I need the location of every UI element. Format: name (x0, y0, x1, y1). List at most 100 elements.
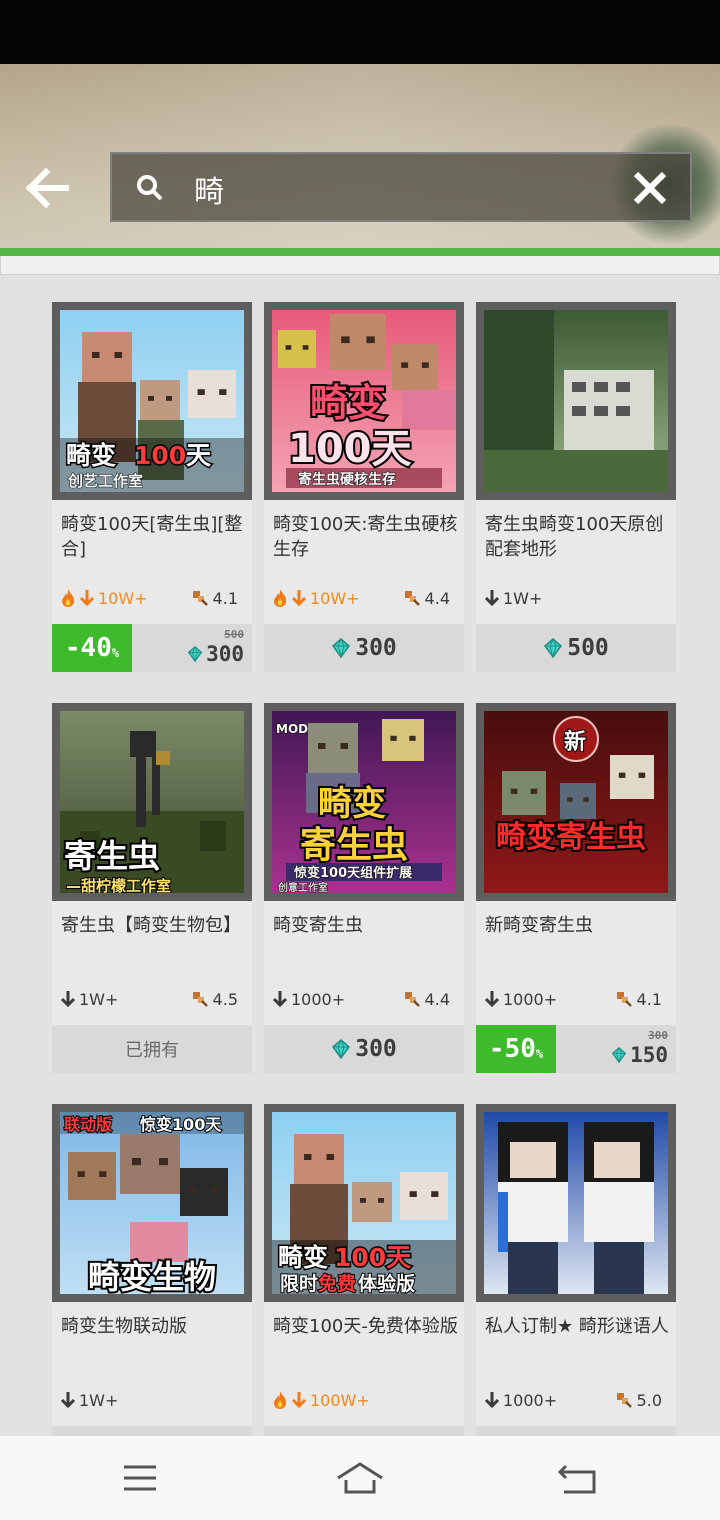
download-arrow-icon (484, 991, 500, 1008)
download-arrow-icon (60, 991, 76, 1008)
home-icon (337, 1462, 383, 1494)
divider-bar (0, 256, 720, 275)
owned-label: 已拥有 (125, 1040, 179, 1061)
thumbnail-frame (476, 302, 676, 500)
mod-card[interactable]: 寄生虫 —甜柠檬工作室 寄生虫【畸变生物包】 1W+ 4.5 已拥有 (52, 703, 252, 1073)
thumbnail: 联动版 惊变100天畸变生物 (60, 1112, 244, 1294)
original-price: 500 (224, 628, 244, 641)
thumb-text: MOD (276, 722, 308, 736)
download-count: 10W+ (60, 586, 148, 610)
mod-card[interactable]: MOD 畸变 寄生虫 惊变100天组件扩展 创意工作室 畸变寄生虫 1000+ 4.4 … (264, 703, 464, 1073)
diamond-icon (332, 1039, 351, 1059)
price-bar[interactable] (476, 1426, 676, 1436)
thumb-text: 畸变生物 (88, 1258, 216, 1294)
rating-icon (616, 992, 632, 1007)
thumb-text: 创艺工作室 (67, 472, 143, 490)
rating-icon (616, 1393, 632, 1408)
thumb-text: 畸变 (278, 1243, 328, 1272)
download-count: 100W+ (272, 1388, 370, 1412)
search-input[interactable] (192, 166, 596, 212)
status-bar (0, 0, 720, 64)
price-bar[interactable]: -50% 300 150 (476, 1025, 676, 1073)
mod-card[interactable]: 联动版 惊变100天 畸变生物 畸变生物联动版 1W+ (52, 1104, 252, 1436)
download-arrow-icon (484, 1392, 500, 1409)
thumb-text: 惊变100天 (140, 1115, 222, 1134)
back-icon (557, 1464, 596, 1494)
download-count: 1000+ (272, 987, 345, 1011)
clear-search-button[interactable] (632, 170, 668, 206)
download-arrow-icon (272, 991, 288, 1008)
price: 300 (264, 624, 464, 672)
mod-card[interactable]: 新畸变寄生虫 新畸变寄生虫 1000+ 4.1 -50% 300 150 (476, 703, 676, 1073)
card-stats: 100W+ (272, 1388, 456, 1412)
card-stats: 10W+ 4.4 (272, 586, 456, 610)
thumbnail-art: 畸变100天寄生虫硬核生存 (272, 310, 456, 492)
card-title: 畸变寄生虫 (273, 915, 363, 936)
card-title: 畸变生物联动版 (61, 1316, 187, 1337)
thumbnail-art: 寄生虫 —甜柠檬工作室 (60, 711, 244, 893)
home-button[interactable] (330, 1458, 390, 1498)
download-count: 10W+ (272, 586, 360, 610)
diamond-icon (332, 638, 351, 658)
mod-card[interactable]: 畸变 100 天创艺工作室 畸变100天[寄生虫][整合] 10W+ 4.1 -40… (52, 302, 252, 672)
rating-icon (404, 591, 420, 606)
thumbnail: 畸变 100天 限时 免费 体验版 (272, 1112, 456, 1294)
mod-card[interactable]: 私人订制★ 畸形谜语人 1000+ 5.0 (476, 1104, 676, 1436)
thumb-text: 天 (186, 441, 211, 470)
thumbnail-art: MOD 畸变寄生虫惊变100天组件扩展创意工作室 (272, 711, 456, 893)
card-stats: 10W+ 4.1 (60, 586, 244, 610)
price-bar[interactable]: 已拥有 (52, 1025, 252, 1073)
download-count: 1W+ (484, 586, 542, 610)
card-title: 畸变100天[寄生虫][整合] (61, 514, 243, 560)
thumb-text: 寄生虫硬核生存 (298, 471, 396, 488)
download-count: 1W+ (60, 987, 118, 1011)
menu-button[interactable] (110, 1458, 170, 1498)
accent-line (0, 248, 720, 256)
price-bar[interactable]: 300 (264, 624, 464, 672)
thumb-text: 畸变 (66, 441, 116, 470)
thumbnail-art (484, 1112, 668, 1294)
thumb-text: 畸变 (310, 381, 386, 425)
rating: 4.1 (191, 586, 238, 610)
mod-card[interactable]: 寄生虫畸变100天原创配套地形 1W+ 500 (476, 302, 676, 672)
price-bar[interactable]: -40% 500 300 (52, 624, 252, 672)
thumb-text: 寄生虫 (64, 837, 160, 875)
download-arrow-icon (291, 1392, 307, 1409)
diamond-icon (611, 1047, 627, 1063)
thumb-text: 创意工作室 (277, 881, 328, 893)
thumb-text: 联动版 (64, 1115, 112, 1134)
thumbnail-art: 畸变 100 天创艺工作室 (60, 310, 244, 492)
thumbnail-frame: 寄生虫 —甜柠檬工作室 (52, 703, 252, 901)
mod-card[interactable]: 畸变 100天 寄生虫硬核生存 畸变100天:寄生虫硬核生存 10W+ 4.4 30… (264, 302, 464, 672)
menu-icon (124, 1465, 156, 1491)
mod-card[interactable]: 畸变 100天 限时 免费 体验版 畸变100天-免费体验版 100W+ (264, 1104, 464, 1436)
rating-icon (404, 992, 420, 1007)
diamond-icon (544, 638, 563, 658)
thumbnail-art: 新畸变寄生虫 (484, 711, 668, 893)
card-title: 畸变100天:寄生虫硬核生存 (273, 514, 458, 560)
thumbnail: 畸变 100天 寄生虫硬核生存 (272, 310, 456, 492)
thumb-text: 畸变 (318, 784, 386, 824)
thumbnail (484, 310, 668, 492)
price-bar[interactable]: 500 (476, 624, 676, 672)
price-bar[interactable] (52, 1426, 252, 1436)
card-stats: 1W+ (60, 1388, 244, 1412)
thumbnail: 畸变 100 天创艺工作室 (60, 310, 244, 492)
rating-icon (192, 591, 208, 606)
thumb-text: 免费 (318, 1272, 356, 1294)
arrow-left-icon (25, 167, 69, 209)
discount-badge: -40% (52, 624, 132, 672)
rating-icon (192, 992, 208, 1007)
search-bar[interactable] (110, 152, 692, 222)
price-bar[interactable]: 300 (264, 1025, 464, 1073)
thumbnail: 寄生虫 —甜柠檬工作室 (60, 711, 244, 893)
fire-icon (274, 1391, 287, 1409)
thumb-text: 惊变100天组件扩展 (294, 865, 413, 881)
thumb-text: 限时 (280, 1273, 318, 1294)
thumbnail-frame: 畸变 100天 限时 免费 体验版 (264, 1104, 464, 1302)
back-nav-button[interactable] (550, 1458, 610, 1498)
price-bar[interactable] (264, 1426, 464, 1436)
back-button[interactable] (24, 167, 70, 209)
download-arrow-icon (291, 590, 307, 607)
thumbnail-frame: 联动版 惊变100天畸变生物 (52, 1104, 252, 1302)
